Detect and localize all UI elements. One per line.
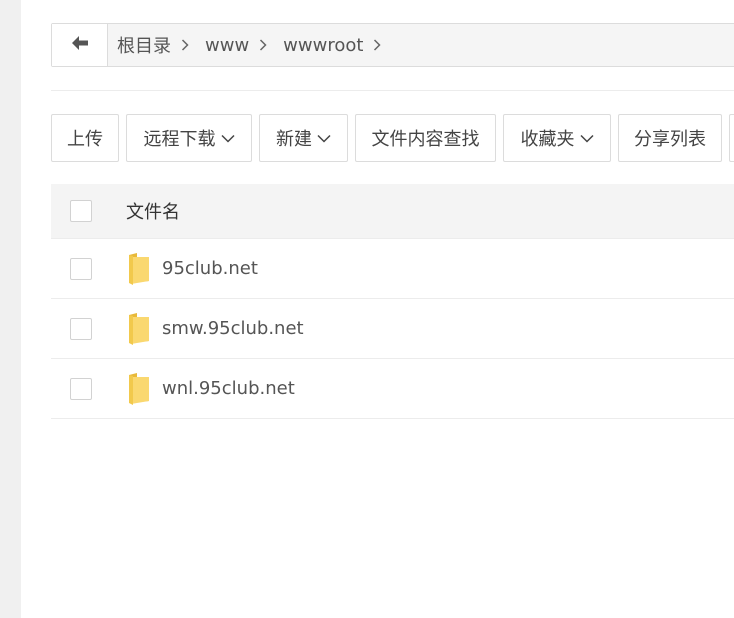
breadcrumb-item-wwwroot[interactable]: wwwroot [283, 35, 363, 56]
share-list-button[interactable]: 分享列表 [618, 114, 722, 162]
breadcrumb-item-www[interactable]: www [205, 35, 249, 56]
favorites-button[interactable]: 收藏夹 [503, 114, 611, 162]
table-row[interactable]: wnl.95club.net [51, 359, 734, 419]
file-name-link[interactable]: 95club.net [162, 258, 258, 279]
select-all-checkbox[interactable] [70, 200, 92, 222]
folder-icon [128, 312, 150, 345]
table-row[interactable]: smw.95club.net [51, 299, 734, 359]
breadcrumb-item-root[interactable]: 根目录 [117, 32, 171, 58]
breadcrumb: 根目录 www wwwroot [108, 24, 397, 66]
table-row[interactable]: 95club.net [51, 239, 734, 299]
chevron-right-icon [259, 39, 267, 51]
more-toolbar-button[interactable] [729, 114, 734, 162]
toolbar: 上传 远程下载 新建 文件内容查找 收藏夹 分享列表 [51, 114, 734, 162]
remote-download-button-label: 远程下载 [143, 129, 216, 150]
favorites-button-label: 收藏夹 [520, 129, 575, 150]
column-header-filename[interactable]: 文件名 [126, 198, 180, 224]
new-button[interactable]: 新建 [259, 114, 348, 162]
chevron-right-icon [373, 39, 381, 51]
chevron-right-icon [181, 39, 189, 51]
row-checkbox[interactable] [70, 377, 92, 400]
file-content-search-button-label: 文件内容查找 [371, 129, 480, 150]
chevron-down-icon [317, 134, 331, 143]
upload-button[interactable]: 上传 [51, 114, 119, 162]
path-bar: 根目录 www wwwroot [51, 23, 734, 67]
folder-icon [128, 372, 150, 405]
new-button-label: 新建 [276, 129, 312, 150]
remote-download-button[interactable]: 远程下载 [126, 114, 252, 162]
table-header: 文件名 [51, 184, 734, 239]
chevron-down-icon [220, 134, 235, 143]
back-button[interactable] [52, 24, 108, 66]
upload-button-label: 上传 [67, 129, 103, 150]
divider [51, 90, 734, 91]
file-content-search-button[interactable]: 文件内容查找 [355, 114, 496, 162]
share-list-button-label: 分享列表 [634, 129, 706, 150]
file-name-link[interactable]: smw.95club.net [162, 318, 304, 339]
chevron-down-icon [579, 134, 594, 143]
file-name-link[interactable]: wnl.95club.net [162, 378, 295, 399]
row-checkbox[interactable] [70, 257, 92, 280]
row-checkbox[interactable] [70, 317, 92, 340]
arrow-left-icon [70, 35, 90, 55]
folder-icon [128, 252, 150, 285]
file-table: 文件名 95club.net smw.95club.net wnl.95club… [51, 184, 734, 419]
